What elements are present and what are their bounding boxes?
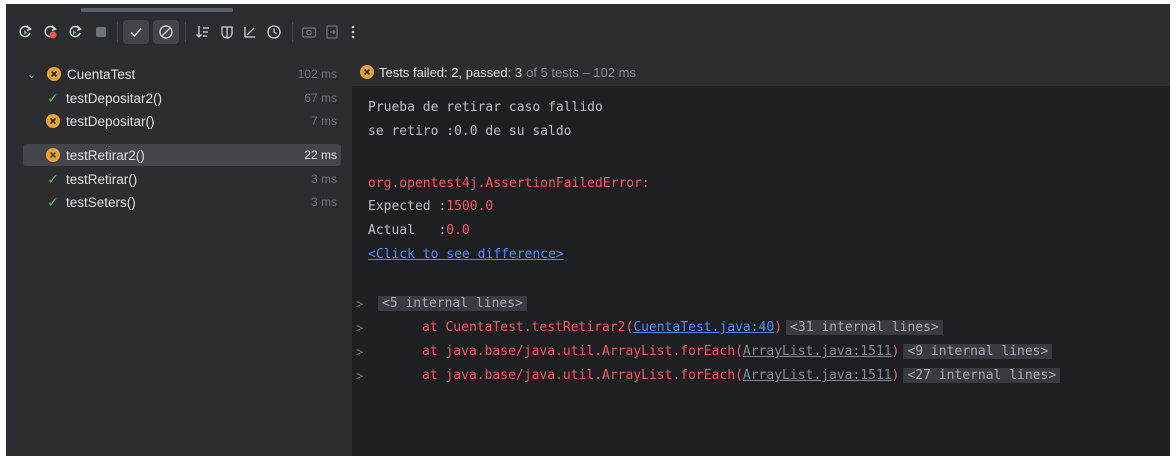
status-passed-count: , passed: 3 [458, 64, 523, 80]
tree-item-time: 3 ms [310, 195, 337, 209]
click-to-see-difference-link[interactable]: <Click to see difference> [368, 245, 564, 265]
stack-frame: at java.base/java.util.ArrayList.forEach… [422, 366, 1061, 386]
passed-check-icon: ✓ [47, 89, 59, 106]
tree-item-testdepositar[interactable]: testDepositar() 7 ms [23, 110, 341, 132]
status-summary: of 5 tests – 102 ms [526, 64, 636, 80]
fold-chevron-icon[interactable]: > [356, 345, 363, 359]
tree-item-label: testDepositar() [66, 113, 155, 129]
stack-frame-text: at java.base/java.util.ArrayList.forEach… [422, 344, 743, 359]
passed-check-icon: ✓ [47, 170, 59, 187]
test-runner-window: ⌄ CuentaTest 102 ms ✓ testDepositar2() 6… [6, 4, 1170, 456]
stack-frame-text: ) [774, 320, 783, 335]
tree-item-testseters[interactable]: ✓ testSeters() 3 ms [23, 191, 341, 213]
console-line: se retiro :0.0 de su saldo [368, 124, 572, 139]
internal-lines-chip[interactable]: <9 internal lines> [903, 344, 1053, 359]
tree-item-time: 7 ms [310, 114, 337, 128]
show-passed-icon[interactable] [123, 20, 149, 44]
tree-item-time: 22 ms [304, 148, 337, 162]
stack-frame-text: ) [891, 368, 900, 383]
chevron-down-icon[interactable]: ⌄ [27, 68, 41, 81]
actual-line: Actual :0.0 [368, 221, 470, 241]
stack-frame-text: at CuentaTest.testRetirar2( [422, 320, 634, 335]
tree-item-time: 3 ms [310, 172, 337, 186]
toggle-auto-test-icon[interactable] [64, 20, 86, 44]
failed-icon [46, 114, 60, 128]
stack-frame-text: ) [891, 344, 900, 359]
stop-icon[interactable] [91, 20, 111, 44]
expected-value: 1500.0 [446, 199, 494, 214]
tree-item-label: testRetirar() [66, 171, 138, 187]
failed-icon [47, 67, 61, 81]
tree-item-label: CuentaTest [67, 66, 136, 82]
tree-item-time: 102 ms [297, 67, 337, 81]
internal-lines-fold[interactable]: <5 internal lines> [374, 294, 527, 314]
passed-check-icon: ✓ [47, 193, 59, 210]
error-message: org.opentest4j.AssertionFailedError: [368, 176, 650, 191]
console-output-panel: Tests failed: 2 , passed: 3 of 5 tests –… [352, 58, 1170, 456]
tree-item-testretirar2[interactable]: testRetirar2() 22 ms [23, 144, 341, 166]
toolbar [6, 4, 1170, 58]
tree-item-label: testSeters() [66, 194, 136, 210]
tab-indicator [81, 8, 233, 12]
collapse-icon[interactable] [239, 20, 261, 44]
toolbar-separator [185, 22, 186, 42]
internal-lines-chip[interactable]: <27 internal lines> [903, 368, 1061, 383]
expected-label: Expected : [368, 199, 447, 214]
source-link[interactable]: ArrayList.java:1511 [743, 344, 892, 359]
rerun-icon[interactable] [14, 20, 36, 44]
tree-item-time: 67 ms [304, 91, 337, 105]
more-icon[interactable] [344, 20, 362, 44]
source-link[interactable]: ArrayList.java:1511 [743, 368, 892, 383]
tree-item-testdepositar2[interactable]: ✓ testDepositar2() 67 ms [23, 87, 341, 109]
fold-chevron-icon[interactable]: > [356, 321, 363, 335]
stack-frame: at java.base/java.util.ArrayList.forEach… [422, 342, 1053, 362]
console-line: Prueba de retirar caso fallido [368, 100, 603, 115]
test-status-bar: Tests failed: 2 , passed: 3 of 5 tests –… [352, 58, 1170, 86]
toolbar-separator [292, 22, 293, 42]
internal-lines-chip[interactable]: <31 internal lines> [786, 320, 943, 335]
test-tree: ⌄ CuentaTest 102 ms ✓ testDepositar2() 6… [6, 58, 352, 456]
fold-chevron-icon[interactable]: > [356, 297, 363, 311]
status-failed-count: Tests failed: 2 [379, 64, 459, 80]
tree-item-label: testRetirar2() [66, 147, 145, 163]
coverage-icon[interactable] [216, 20, 238, 44]
failed-icon [360, 65, 374, 79]
internal-lines-chip[interactable]: <5 internal lines> [378, 296, 527, 311]
toolbar-separator [117, 22, 118, 42]
history-icon[interactable] [263, 20, 285, 44]
tree-item-label: testDepositar2() [66, 90, 163, 106]
tree-item-testretirar[interactable]: ✓ testRetirar() 3 ms [23, 168, 341, 190]
stack-frame-text: at java.base/java.util.ArrayList.forEach… [422, 368, 743, 383]
show-ignored-icon[interactable] [153, 20, 179, 44]
fold-chevron-icon[interactable]: > [356, 369, 363, 383]
actual-value: 0.0 [446, 223, 470, 238]
sort-icon[interactable] [192, 20, 214, 44]
rerun-failed-icon[interactable] [39, 20, 61, 44]
source-link[interactable]: CuentaTest.java:40 [633, 320, 774, 335]
export-icon[interactable] [321, 20, 343, 44]
stack-frame: at CuentaTest.testRetirar2(CuentaTest.ja… [422, 318, 943, 338]
expected-line: Expected :1500.0 [368, 197, 493, 217]
screenshot-icon[interactable] [298, 20, 320, 44]
tree-root-cuentatest[interactable]: ⌄ CuentaTest 102 ms [23, 63, 341, 85]
actual-label: Actual : [368, 223, 447, 238]
failed-icon [46, 148, 60, 162]
